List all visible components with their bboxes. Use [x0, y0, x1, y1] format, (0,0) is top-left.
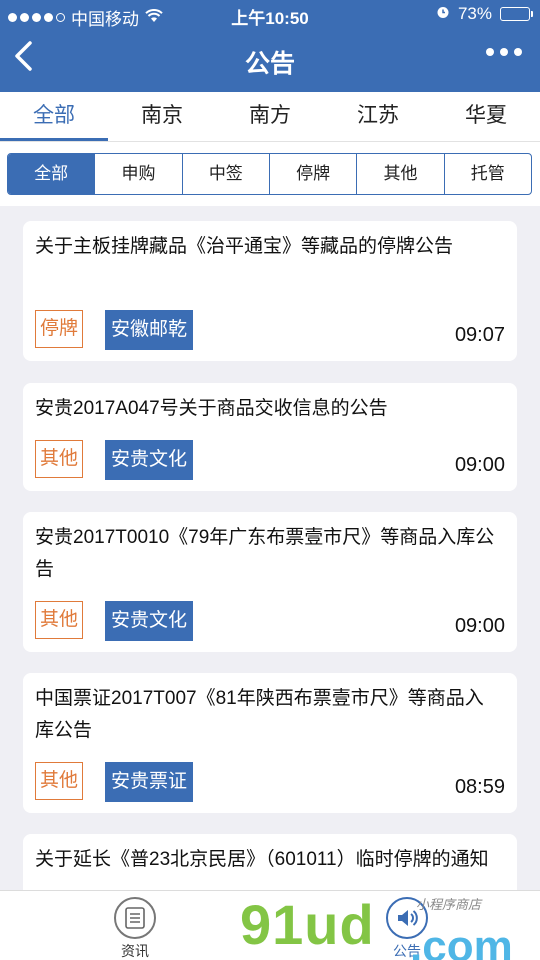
filter-segment[interactable]: 申购	[94, 154, 181, 194]
bottom-tab-bar: 资讯 公告	[0, 890, 540, 960]
filter-segment[interactable]: 停牌	[268, 154, 356, 194]
announcement-title: 安贵2017T0010《79年广东布票壹市尺》等商品入库公告	[35, 527, 495, 580]
announcement-title: 安贵2017A047号关于商品交收信息的公告	[35, 398, 388, 419]
category-tab[interactable]: 南方	[216, 92, 324, 141]
more-dot	[500, 48, 508, 56]
page-title: 公告	[244, 50, 295, 78]
battery-percent: 73%	[457, 4, 492, 23]
filter-segment[interactable]: 托管	[443, 154, 531, 194]
announcement-type-tag: 其他	[35, 762, 84, 800]
more-dot	[514, 48, 522, 56]
status-bar: 中国移动 上午10:50 73%	[0, 0, 540, 30]
filter-segment[interactable]: 全部	[8, 154, 95, 194]
more-dot	[486, 48, 494, 56]
tab-announcements[interactable]: 公告	[372, 897, 442, 960]
announcement-title: 中国票证2017T007《81年陕西布票壹市尺》等商品入库公告	[35, 688, 484, 741]
alarm-icon	[436, 4, 450, 24]
news-list-icon	[114, 897, 156, 939]
announcement-company-tag: 安贵票证	[105, 762, 194, 802]
category-tab[interactable]: 江苏	[324, 92, 432, 141]
announcement-time: 09:00	[454, 454, 505, 476]
announcement-tags: 其他 安贵文化	[35, 440, 194, 480]
announcement-type-tag: 其他	[35, 601, 84, 639]
top-bar: 中国移动 上午10:50 73% 公告	[0, 0, 540, 92]
announcement-type-tag: 停牌	[35, 310, 84, 348]
battery-icon	[500, 7, 533, 21]
category-tab[interactable]: 全部	[0, 92, 108, 141]
filter-bar: 全部 申购 中签 停牌 其他 托管	[0, 142, 540, 206]
more-button[interactable]	[486, 48, 522, 56]
speaker-icon	[386, 897, 428, 939]
announcement-company-tag: 安贵文化	[105, 601, 194, 641]
announcement-tags: 其他 安贵文化	[35, 601, 194, 641]
announcement-time: 09:00	[454, 615, 505, 637]
announcement-company-tag: 安徽邮乾	[105, 310, 194, 350]
nav-bar: 公告	[0, 30, 540, 92]
announcement-card[interactable]: 中国票证2017T007《81年陕西布票壹市尺》等商品入库公告其他 安贵票证 08:…	[23, 673, 517, 813]
filter-segment[interactable]: 其他	[356, 154, 443, 194]
announcement-card[interactable]: 关于主板挂牌藏品《治平通宝》等藏品的停牌公告停牌 安徽邮乾 09:07	[23, 221, 517, 361]
filter-segment[interactable]: 中签	[181, 154, 269, 194]
category-tab[interactable]: 南京	[108, 92, 216, 141]
announcement-time: 08:59	[454, 776, 505, 798]
announcement-title: 关于主板挂牌藏品《治平通宝》等藏品的停牌公告	[35, 236, 454, 257]
category-tab[interactable]: 华夏	[432, 92, 540, 141]
announcement-tags: 停牌 安徽邮乾	[35, 310, 194, 350]
category-tabs: 全部 南京 南方 江苏 华夏	[0, 92, 540, 142]
tab-news[interactable]: 资讯	[100, 897, 170, 960]
announcement-list[interactable]: 关于主板挂牌藏品《治平通宝》等藏品的停牌公告停牌 安徽邮乾 09:07 安贵2017A…	[0, 206, 540, 890]
tab-announcements-label: 公告	[393, 943, 421, 959]
announcement-time: 09:07	[454, 324, 505, 346]
announcement-card[interactable]: 安贵2017A047号关于商品交收信息的公告其他 安贵文化 09:00	[23, 383, 517, 491]
announcement-type-tag: 其他	[35, 440, 84, 478]
announcement-card[interactable]: 安贵2017T0010《79年广东布票壹市尺》等商品入库公告其他 安贵文化 09:0…	[23, 512, 517, 652]
announcement-card[interactable]: 关于延长《普23北京民居》（601011）临时停牌的通知	[23, 834, 517, 890]
filter-segments: 全部 申购 中签 停牌 其他 托管	[7, 153, 532, 195]
tab-news-label: 资讯	[121, 943, 149, 959]
announcement-tags: 其他 安贵票证	[35, 762, 194, 802]
announcement-title: 关于延长《普23北京民居》（601011）临时停牌的通知	[35, 849, 489, 870]
announcement-company-tag: 安贵文化	[105, 440, 194, 480]
